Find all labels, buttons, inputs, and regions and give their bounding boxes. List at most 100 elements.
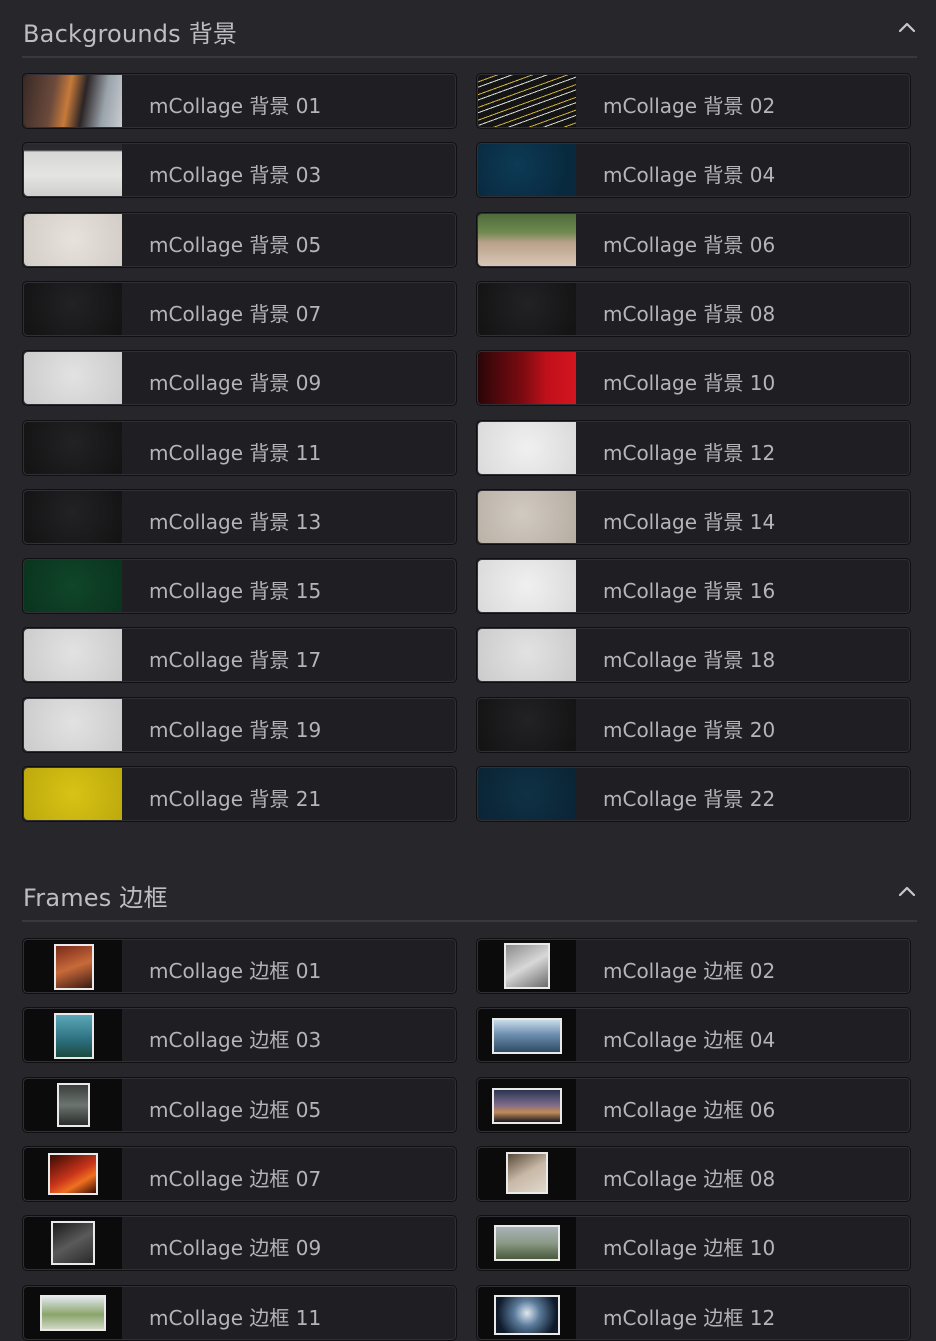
background-thumbnail xyxy=(24,490,122,543)
frame-thumbnail xyxy=(478,940,576,992)
background-tile[interactable]: mCollage 背景 11 xyxy=(22,419,457,476)
chevron-up-icon[interactable] xyxy=(897,20,917,34)
chevron-up-icon[interactable] xyxy=(897,884,917,898)
background-thumbnail xyxy=(24,282,122,335)
background-thumbnail xyxy=(478,213,576,266)
frame-tile[interactable]: mCollage 边框 01 xyxy=(22,938,457,994)
background-label: mCollage 背景 10 xyxy=(603,371,776,396)
background-tile[interactable]: mCollage 背景 12 xyxy=(476,419,911,476)
background-label: mCollage 背景 09 xyxy=(149,371,322,396)
background-thumbnail xyxy=(24,75,122,127)
frame-tile[interactable]: mCollage 边框 04 xyxy=(476,1007,911,1064)
background-tile[interactable]: mCollage 背景 22 xyxy=(476,766,911,822)
frame-label: mCollage 边框 01 xyxy=(149,959,322,983)
background-tile[interactable]: mCollage 背景 16 xyxy=(476,558,911,615)
frames-title: Frames 边框 xyxy=(23,884,168,912)
frame-tile[interactable]: mCollage 边框 07 xyxy=(22,1145,457,1202)
framed-photo xyxy=(506,1151,548,1194)
background-label: mCollage 背景 07 xyxy=(149,301,322,326)
frame-tile[interactable]: mCollage 边框 06 xyxy=(476,1076,911,1133)
background-label: mCollage 背景 19 xyxy=(149,717,322,742)
background-thumbnail xyxy=(478,629,576,682)
frame-thumbnail xyxy=(24,1286,122,1339)
frames-header[interactable]: Frames 边框 xyxy=(22,864,917,922)
background-label: mCollage 背景 08 xyxy=(603,301,776,326)
background-thumbnail xyxy=(478,352,576,405)
frame-thumbnail xyxy=(24,1147,122,1200)
background-label: mCollage 背景 22 xyxy=(603,787,776,811)
background-label: mCollage 背景 03 xyxy=(149,163,322,188)
frame-tile[interactable]: mCollage 边框 05 xyxy=(22,1076,457,1133)
frame-thumbnail xyxy=(24,1217,122,1270)
background-tile[interactable]: mCollage 背景 10 xyxy=(476,350,911,407)
background-label: mCollage 背景 20 xyxy=(603,717,776,742)
background-label: mCollage 背景 05 xyxy=(149,232,322,257)
background-label: mCollage 背景 14 xyxy=(603,509,776,534)
frame-tile[interactable]: mCollage 边框 08 xyxy=(476,1145,911,1202)
framed-photo xyxy=(504,943,550,989)
background-thumbnail xyxy=(478,698,576,751)
framed-photo xyxy=(54,944,94,990)
background-label: mCollage 背景 02 xyxy=(603,94,776,118)
background-tile[interactable]: mCollage 背景 02 xyxy=(476,73,911,129)
background-tile[interactable]: mCollage 背景 18 xyxy=(476,627,911,684)
backgrounds-section: Backgrounds 背景 mCollage 背景 01 mCollage 背景… xyxy=(22,0,917,822)
frame-thumbnail xyxy=(478,1078,576,1131)
frames-section: Frames 边框 mCollage 边框 01 mCollage 边框 02 mC… xyxy=(22,864,917,1341)
background-label: mCollage 背景 18 xyxy=(603,648,776,673)
background-tile[interactable]: mCollage 背景 05 xyxy=(22,211,457,268)
background-tile[interactable]: mCollage 背景 08 xyxy=(476,280,911,337)
background-thumbnail xyxy=(478,490,576,543)
frame-tile[interactable]: mCollage 边框 09 xyxy=(22,1215,457,1272)
frame-tile[interactable]: mCollage 边框 03 xyxy=(22,1007,457,1064)
background-thumbnail xyxy=(24,144,122,197)
frame-label: mCollage 边框 05 xyxy=(149,1097,322,1122)
framed-photo xyxy=(494,1294,560,1335)
frame-label: mCollage 边框 09 xyxy=(149,1236,322,1261)
backgrounds-title: Backgrounds 背景 xyxy=(23,20,238,48)
frame-thumbnail xyxy=(24,940,122,992)
background-tile[interactable]: mCollage 背景 20 xyxy=(476,696,911,753)
background-tile[interactable]: mCollage 背景 07 xyxy=(22,280,457,337)
frame-label: mCollage 边框 11 xyxy=(149,1305,322,1330)
background-tile[interactable]: mCollage 背景 09 xyxy=(22,350,457,407)
background-tile[interactable]: mCollage 背景 14 xyxy=(476,488,911,545)
background-thumbnail xyxy=(24,629,122,682)
background-label: mCollage 背景 04 xyxy=(603,163,776,188)
background-tile[interactable]: mCollage 背景 04 xyxy=(476,142,911,199)
background-thumbnail xyxy=(478,282,576,335)
background-thumbnail xyxy=(478,768,576,820)
frame-label: mCollage 边框 12 xyxy=(603,1305,776,1330)
frame-label: mCollage 边框 04 xyxy=(603,1028,776,1053)
background-label: mCollage 背景 11 xyxy=(149,440,322,465)
background-thumbnail xyxy=(24,421,122,474)
background-tile[interactable]: mCollage 背景 21 xyxy=(22,766,457,822)
background-thumbnail xyxy=(24,768,122,820)
background-tile[interactable]: mCollage 背景 03 xyxy=(22,142,457,199)
frame-thumbnail xyxy=(24,1078,122,1131)
frame-tile[interactable]: mCollage 边框 10 xyxy=(476,1215,911,1272)
frame-label: mCollage 边框 06 xyxy=(603,1097,776,1122)
background-tile[interactable]: mCollage 背景 01 xyxy=(22,73,457,129)
background-tile[interactable]: mCollage 背景 06 xyxy=(476,211,911,268)
background-thumbnail xyxy=(24,698,122,751)
frame-tile[interactable]: mCollage 边框 02 xyxy=(476,938,911,994)
background-thumbnail xyxy=(478,560,576,613)
frame-tile[interactable]: mCollage 边框 11 xyxy=(22,1284,457,1341)
frame-tile[interactable]: mCollage 边框 12 xyxy=(476,1284,911,1341)
background-label: mCollage 背景 06 xyxy=(603,232,776,257)
background-label: mCollage 背景 01 xyxy=(149,94,322,118)
framed-photo xyxy=(492,1087,562,1124)
background-thumbnail xyxy=(478,75,576,127)
frame-thumbnail xyxy=(478,1147,576,1200)
backgrounds-header[interactable]: Backgrounds 背景 xyxy=(22,0,917,58)
background-thumbnail xyxy=(24,213,122,266)
background-thumbnail xyxy=(24,560,122,613)
background-tile[interactable]: mCollage 背景 15 xyxy=(22,558,457,615)
background-label: mCollage 背景 21 xyxy=(149,787,322,811)
background-tile[interactable]: mCollage 背景 19 xyxy=(22,696,457,753)
background-tile[interactable]: mCollage 背景 13 xyxy=(22,488,457,545)
frame-thumbnail xyxy=(24,1009,122,1062)
background-tile[interactable]: mCollage 背景 17 xyxy=(22,627,457,684)
background-thumbnail xyxy=(478,144,576,197)
